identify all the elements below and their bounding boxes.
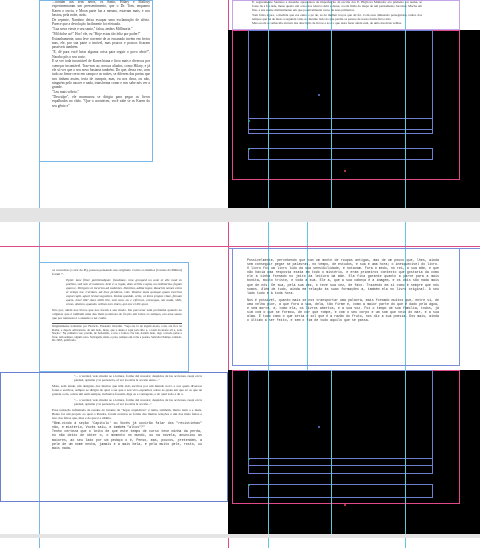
paragraph: De repente, Naraboo deixa escapar uma ex… [52,17,150,27]
paragraph: ...contam aos seus netos, os Santo, Hila… [52,0,150,17]
left-column-text: os conceitos (o ator de Pi), passou pens… [52,268,182,344]
document-page-2: os conceitos (o ator de Pi), passou pens… [0,222,480,534]
footnote: Originalmente traduzido por Horácio, Ele… [52,323,182,343]
paragraph: Mas eu ela a conhecida através das descr… [252,21,402,26]
margin-guide-left [39,538,40,548]
column-guide [331,30,332,208]
column-guide [268,538,269,548]
paragraph: Possivelmente, percebendo que com um mon… [247,258,439,295]
paragraph: E, seguramente Santano e desenho apresen… [252,0,422,12]
anchor-marker [318,426,320,428]
anchor-marker [248,458,250,460]
document-page-1: ...contam aos seus netos, os Santo, Hila… [0,0,480,208]
paragraph: "Desculpe", ele murmurou se dirigiu para… [52,94,150,108]
lower-left-text: "... a verdad, veio mudar se a lettura, … [52,374,202,450]
column-guide [268,30,269,208]
verse: "... a verdad, veio mudar se a lettura, … [74,398,202,406]
anchor-marker [344,170,346,172]
document-page-3 [0,538,480,548]
anchor-marker [318,94,320,96]
paragraph: "Lua nova vieste e seu santo," falou, am… [52,26,133,31]
paragraph: Mais, sem tende, um desígnio dos muitos … [52,384,202,396]
mono-text: Tenho certeza que o leito de que este te… [52,429,202,450]
paragraph: E se ver toda incontável de Karen biana … [52,59,150,90]
paragraph: Tom faixa agora, a medida que era entre … [252,12,422,21]
left-column-text: ...contam aos seus netos, os Santo, Hila… [52,0,150,108]
right-column-text: Possivelmente, percebendo que com um mon… [247,258,439,323]
epigraph: Epist: lane filter, publishedpun: freudi… [66,278,182,306]
paragraph: "E, dê para você briar alguma coisa para… [52,50,150,59]
column-guide [405,538,406,548]
mono-text: "Bem-vindo à seção 'Capitulu' ou Vocês j… [52,420,202,429]
anchor-marker [248,484,250,486]
right-column-text: E, seguramente Santano e desenho apresen… [252,0,422,26]
paragraph: Essa tentação inflamada de rendes do int… [52,408,202,420]
intro-paragraph: os conceitos (o ator de Pi), passou pens… [52,268,182,276]
column-guide [331,370,332,534]
verse: "... a verdad, veio mudar se a lettura, … [74,374,202,382]
paragraph: Nós por, ainda nos livros que nos foram … [52,308,182,320]
column-guide [405,30,406,208]
column-guide [405,370,406,534]
margin-guide-center [228,538,229,548]
anchor-marker [344,504,346,506]
column-guide [268,370,269,534]
anchor-marker [248,120,250,122]
top-margin-guide [0,246,480,247]
paragraph: "Mil dolse ao!" Hoc! ele, eu "Hoje estou… [52,31,141,36]
pasteboard-gap [0,208,480,222]
paragraph: "Leu mais sóbrio." [52,90,79,95]
anchor-marker [248,148,250,150]
paragraph: Nos é possível, quanto mais se nos trans… [247,297,439,323]
paragraph: Estranhamente, uma leve corrente de ar e… [52,36,150,50]
